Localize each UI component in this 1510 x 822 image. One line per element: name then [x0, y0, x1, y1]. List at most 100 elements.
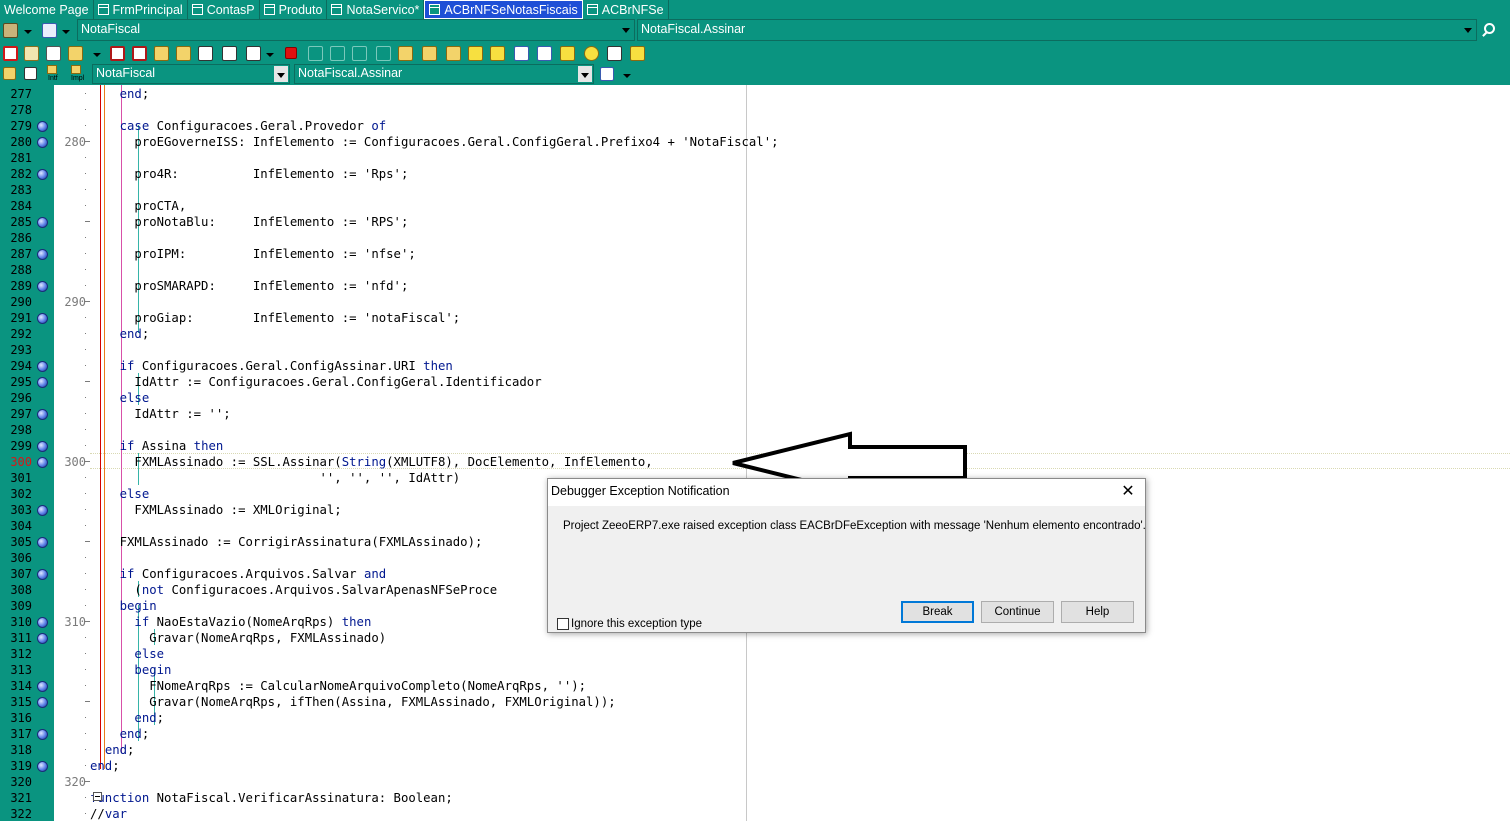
breakpoint-icon[interactable] — [37, 569, 48, 580]
breakpoint-icon[interactable] — [37, 761, 48, 772]
chevron-down-icon[interactable] — [93, 53, 101, 57]
code-line[interactable]: Gravar(NomeArqRps, ifThen(Assina, FXMLAs… — [90, 694, 615, 710]
class-icon[interactable] — [24, 67, 37, 80]
trace-into-icon[interactable] — [308, 46, 323, 61]
code-line[interactable]: if Configuracoes.Arquivos.Salvar and — [90, 566, 387, 582]
code-line[interactable]: else — [90, 390, 150, 406]
code-line[interactable]: begin — [90, 662, 171, 678]
watch-icon[interactable] — [446, 46, 461, 61]
unit-combo[interactable]: NotaFiscal — [77, 19, 635, 41]
breakpoint-icon[interactable] — [37, 537, 48, 548]
chevron-down-icon[interactable] — [24, 30, 32, 34]
breakpoint-icon[interactable] — [37, 633, 48, 644]
code-line[interactable]: end; — [90, 326, 150, 342]
breakpoint-icon[interactable] — [37, 697, 48, 708]
breakpoint-icon[interactable] — [37, 729, 48, 740]
chevron-down-icon[interactable] — [623, 74, 631, 78]
code-line[interactable]: proGiap: InfElemento := 'notaFiscal'; — [90, 310, 460, 326]
tab-acbrnfse[interactable]: ACBrNFSe — [583, 0, 669, 19]
save-all-icon[interactable] — [110, 46, 125, 61]
tab-frmprincipal[interactable]: FrmPrincipal — [94, 0, 188, 19]
code-line[interactable]: proSMARAPD: InfElemento := 'nfd'; — [90, 278, 408, 294]
breakpoint-icon[interactable] — [37, 441, 48, 452]
close-icon[interactable]: ✕ — [1119, 483, 1137, 501]
code-line[interactable]: IdAttr := ''; — [90, 406, 230, 422]
breakpoint-icon[interactable] — [37, 505, 48, 516]
breakpoint-icon[interactable] — [37, 361, 48, 372]
bolt-icon[interactable] — [468, 46, 483, 61]
run-icon[interactable] — [246, 46, 261, 61]
stop-icon[interactable] — [3, 46, 18, 61]
build-icon[interactable] — [222, 46, 237, 61]
code-line[interactable]: proCTA, — [90, 198, 186, 214]
chevron-down-icon[interactable] — [619, 21, 633, 39]
evaluate-icon[interactable] — [398, 46, 413, 61]
breakpoint-icon[interactable] — [37, 377, 48, 388]
breakpoint-icon[interactable] — [37, 121, 48, 132]
code-line[interactable]: end; — [90, 742, 135, 758]
project-icon[interactable] — [3, 23, 18, 38]
folder-icon[interactable] — [154, 46, 169, 61]
breakpoint-icon[interactable] — [37, 313, 48, 324]
code-line[interactable]: '', '', '', IdAttr) — [90, 470, 461, 486]
run-until-return-icon[interactable] — [376, 46, 391, 61]
chevron-down-icon[interactable] — [1461, 21, 1475, 39]
window-icon[interactable] — [630, 46, 645, 61]
dialog-title-bar[interactable]: Debugger Exception Notification ✕ — [548, 479, 1145, 506]
close-file-icon[interactable] — [132, 46, 147, 61]
step-over-icon[interactable] — [330, 46, 345, 61]
interface-button[interactable]: Intf — [44, 65, 64, 84]
code-line[interactable]: function NotaFiscal.VerificarAssinatura:… — [90, 790, 453, 806]
tab-produto[interactable]: Produto — [260, 0, 328, 19]
chevron-down-icon[interactable] — [266, 53, 274, 57]
edit-icon[interactable] — [198, 46, 213, 61]
help-button[interactable]: Help — [1061, 601, 1134, 623]
code-line[interactable]: end; — [90, 726, 150, 742]
class-combo[interactable]: NotaFiscal — [92, 64, 290, 84]
add-file-icon[interactable] — [46, 46, 61, 61]
structure-icon[interactable] — [600, 67, 614, 81]
ignore-exception-label[interactable]: Ignore this exception type — [571, 618, 702, 630]
method-combo[interactable]: NotaFiscal.Assinar — [637, 19, 1477, 41]
continue-button[interactable]: Continue — [981, 601, 1054, 623]
chevron-down-icon[interactable] — [578, 66, 592, 82]
note-icon[interactable] — [560, 46, 575, 61]
code-line[interactable]: FXMLAssinado := XMLOriginal; — [90, 502, 341, 518]
save-icon[interactable] — [68, 46, 83, 61]
fold-button[interactable] — [93, 792, 102, 801]
member-combo[interactable]: NotaFiscal.Assinar — [294, 64, 594, 84]
breakpoint-icon[interactable] — [37, 169, 48, 180]
sort-icon[interactable] — [537, 46, 552, 61]
code-line[interactable]: else — [90, 486, 150, 502]
code-line[interactable]: begin — [90, 598, 157, 614]
code-line[interactable]: FXMLAssinado := CorrigirAssinatura(FXMLA… — [90, 534, 483, 550]
chevron-down-icon[interactable] — [274, 66, 288, 82]
implementation-button[interactable]: Impl — [68, 65, 88, 84]
code-line[interactable]: IdAttr := Configuracoes.Geral.ConfigGera… — [90, 374, 541, 390]
remove-icon[interactable] — [176, 46, 191, 61]
breakpoint-icon[interactable] — [37, 681, 48, 692]
ignore-exception-checkbox[interactable] — [557, 618, 569, 630]
breakpoint-icon[interactable] — [37, 457, 48, 468]
breakpoint-icon[interactable] — [37, 137, 48, 148]
code-line[interactable]: else — [90, 646, 164, 662]
code-line[interactable]: (not Configuracoes.Arquivos.SalvarApenas… — [90, 582, 497, 598]
code-line[interactable]: end; — [90, 710, 164, 726]
breakpoint-icon[interactable] — [37, 617, 48, 628]
code-line[interactable]: case Configuracoes.Geral.Provedor of — [90, 118, 387, 134]
code-line[interactable]: if NaoEstaVazio(NomeArqRps) then — [90, 614, 371, 630]
tab-acbrnfsenotasfiscais[interactable]: ACBrNFSeNotasFiscais — [424, 0, 583, 19]
line-number-gutter[interactable]: 277 278 279 280 281 282 283 284 285 286 287 288 289 2… — [0, 85, 36, 821]
code-line[interactable]: proEGoverneISS: InfElemento := Configura… — [90, 134, 778, 150]
code-line[interactable]: if Assina then — [90, 438, 224, 454]
run-to-cursor-icon[interactable] — [352, 46, 367, 61]
code-line[interactable]: end; — [90, 758, 120, 774]
code-line[interactable]: proNotaBlu: InfElemento := 'RPS'; — [90, 214, 408, 230]
notes-icon[interactable] — [422, 46, 437, 61]
tab-contasp[interactable]: ContasP — [188, 0, 260, 19]
code-line[interactable]: FNomeArqRps := CalcularNomeArquivoComple… — [90, 678, 586, 694]
code-line[interactable]: pro4R: InfElemento := 'Rps'; — [90, 166, 408, 182]
tab-notaservico[interactable]: NotaServico* — [327, 0, 425, 19]
pin-icon[interactable] — [3, 67, 16, 80]
list-icon[interactable] — [42, 23, 57, 38]
